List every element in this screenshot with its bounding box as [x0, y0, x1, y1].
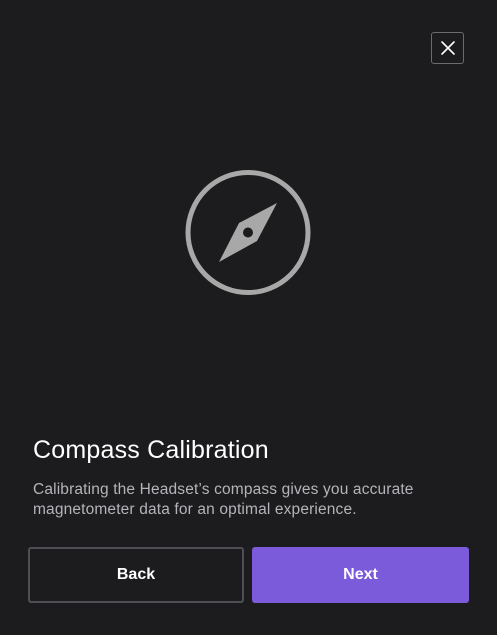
compass-icon [184, 169, 312, 296]
next-button[interactable]: Next [252, 547, 469, 603]
back-button-label: Back [116, 566, 156, 583]
dialog-description: Calibrating the Headset’s compass gives … [33, 481, 414, 518]
dialog-title: Compass Calibration [33, 436, 269, 464]
close-button[interactable] [431, 32, 464, 64]
close-icon [440, 40, 456, 56]
back-button[interactable]: Back [28, 547, 244, 603]
next-button-label: Next [343, 566, 378, 583]
compass-calibration-dialog: Compass Calibration Calibrating the Head… [0, 0, 497, 635]
